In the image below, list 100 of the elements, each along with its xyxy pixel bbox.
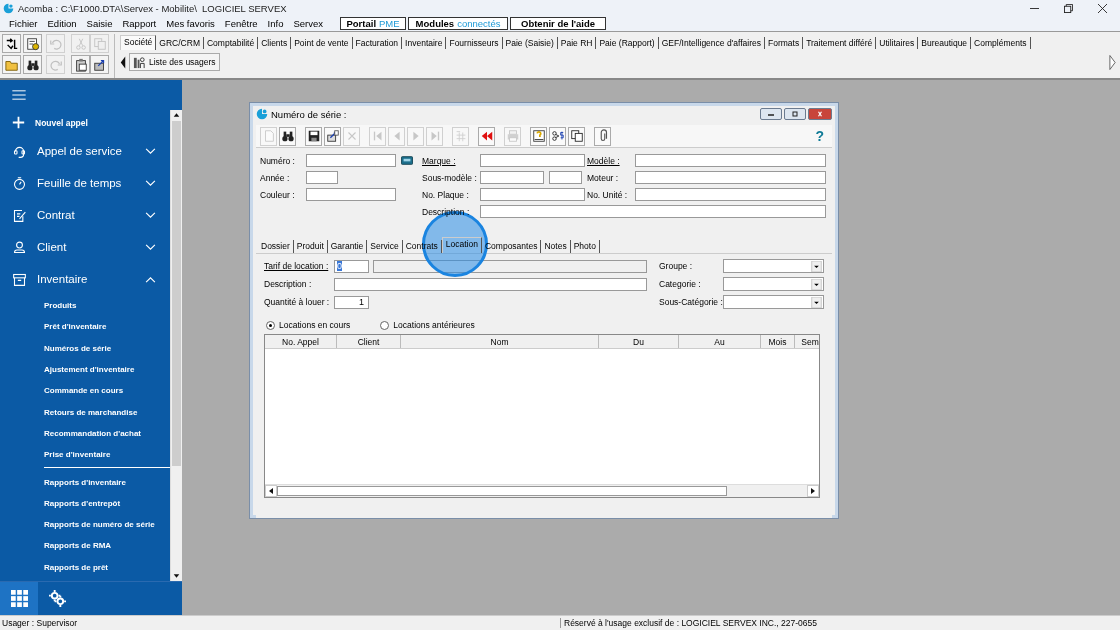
radio-label[interactable]: Locations en cours [279,320,351,330]
module-tab[interactable]: Paie RH [557,36,597,49]
module-tab[interactable]: Paie (Rapport) [596,36,659,49]
menu-item[interactable]: Saisie [81,18,118,29]
module-tab[interactable]: Utilitaires [876,36,919,49]
clipboard-button[interactable] [71,55,90,74]
input-field[interactable]: 1 [334,295,369,309]
sidebar-item[interactable]: Prise d'inventaire [44,444,111,466]
export-button[interactable] [324,126,341,146]
input-field[interactable] [480,154,585,167]
module-tab[interactable]: Point de vente [291,36,353,49]
sidebar-item[interactable]: Commande en cours [44,380,124,402]
menu-link-button[interactable]: Obtenir de l'aide [510,17,607,30]
column-header[interactable]: Mois [761,335,795,348]
sidebar-item[interactable]: Retours de marchandise [44,401,138,423]
column-header[interactable]: Client [337,335,401,348]
sidebar-item[interactable]: Rapports de numéro de série [44,513,155,536]
menu-icon[interactable] [12,90,26,100]
menu-item[interactable]: Fichier [4,18,43,29]
close-icon[interactable] [1098,3,1107,13]
menu-item[interactable]: Rapport [117,18,162,29]
module-tab[interactable]: Fournisseurs [446,36,503,49]
export-button[interactable] [90,55,109,74]
scrollbar-thumb[interactable] [172,121,181,466]
column-header[interactable]: No. Appel [265,335,337,348]
module-tab[interactable]: Inventaire [402,36,447,49]
new-call-button[interactable]: Nouvel appel [12,116,88,129]
apps-button[interactable] [0,582,38,615]
input-field[interactable] [480,205,826,218]
menu-item[interactable]: Servex [288,18,329,29]
sidebar-item[interactable]: Prêt d'inventaire [44,316,107,338]
scroll-down-icon[interactable] [171,571,182,581]
column-header[interactable]: Nom [401,335,599,348]
module-tab[interactable]: Facturation [352,36,403,49]
sidebar-item[interactable]: Rapports de RMA [44,535,112,557]
scroll-left-icon[interactable] [265,485,277,497]
module-tab[interactable]: Comptabilité [203,36,259,49]
sidebar-item[interactable]: Rapports d'inventaire [44,471,126,493]
column-header[interactable]: Sem [795,335,819,348]
sidebar-item[interactable]: Recommandation d'achat [44,422,142,445]
sidebar-item[interactable]: Numéros de série [44,337,112,359]
input-field[interactable] [480,171,544,184]
sidebar-section[interactable]: Inventaire [0,263,170,295]
sidebar-item[interactable]: Rapports d'entrepôt [44,492,121,514]
module-tab[interactable]: Traitement différé [803,36,877,49]
input-field[interactable] [334,277,647,291]
sidebar-section[interactable]: Appel de service [0,135,170,167]
close-button[interactable] [808,108,832,120]
binoculars-button[interactable] [279,126,296,146]
module-tab[interactable]: GEF/Intelligence d'affaires [658,36,765,49]
column-header[interactable]: Du [599,335,679,348]
gear-document-button[interactable] [23,34,42,53]
input-field[interactable] [306,188,396,201]
sidebar-item[interactable]: Rapports de prêt [44,556,108,578]
module-tab[interactable]: Formats [765,36,804,49]
sidebar-item[interactable]: Produits [44,295,77,317]
minimize-button[interactable] [760,108,782,120]
help-button[interactable]: ? [815,128,824,144]
menu-item[interactable]: Fenêtre [219,18,263,29]
module-tab[interactable]: Paie (Saisie) [502,36,558,49]
module-tab[interactable]: Clients [258,36,292,49]
scissors-dollar-button[interactable] [549,126,566,146]
sidebar-item[interactable]: Ajustement d'inventaire [44,358,135,381]
user-list-button[interactable]: Liste des usagers [129,53,220,71]
module-tab[interactable]: Bureautique [918,36,972,49]
binoculars-button[interactable] [23,55,42,74]
module-tab[interactable]: Compléments [971,36,1031,49]
input-field[interactable] [635,188,826,201]
menu-item[interactable]: Mes favoris [161,18,220,29]
input-field[interactable] [306,171,338,184]
input-field[interactable]: 0 [334,259,369,273]
paperclip-button[interactable] [594,126,611,146]
input-field[interactable] [635,154,826,167]
radio-button[interactable] [266,320,275,330]
sidebar-section[interactable]: Client [0,231,170,263]
module-tab[interactable]: Société [120,35,157,50]
save-button[interactable] [305,126,322,146]
menu-item[interactable]: Info [262,18,289,29]
sidebar-section[interactable]: Feuille de temps [0,167,170,199]
menu-link-button[interactable]: Modules connectés [408,17,509,30]
input-field[interactable] [306,154,396,167]
import-button[interactable] [2,34,21,53]
radio-label[interactable]: Locations antérieures [393,320,475,330]
radio-button[interactable] [380,320,390,330]
menu-link-button[interactable]: Portail PME [340,17,407,30]
question-list-button[interactable] [530,126,547,146]
dropdown[interactable] [723,259,824,273]
input-field[interactable] [635,171,826,184]
copy-button[interactable] [568,126,585,146]
input-field[interactable] [549,171,582,184]
restore-icon[interactable] [1064,3,1073,13]
sidebar-section[interactable]: Contrat [0,199,170,231]
card-icon[interactable] [401,156,413,165]
column-header[interactable]: Au [679,335,761,348]
module-tab[interactable]: GRC/CRM [156,36,204,49]
scrollbar-thumb[interactable] [277,486,727,496]
rewind-button[interactable] [478,126,495,146]
dropdown[interactable] [723,295,824,309]
menu-item[interactable]: Edition [42,18,82,29]
input-field[interactable] [480,188,585,201]
